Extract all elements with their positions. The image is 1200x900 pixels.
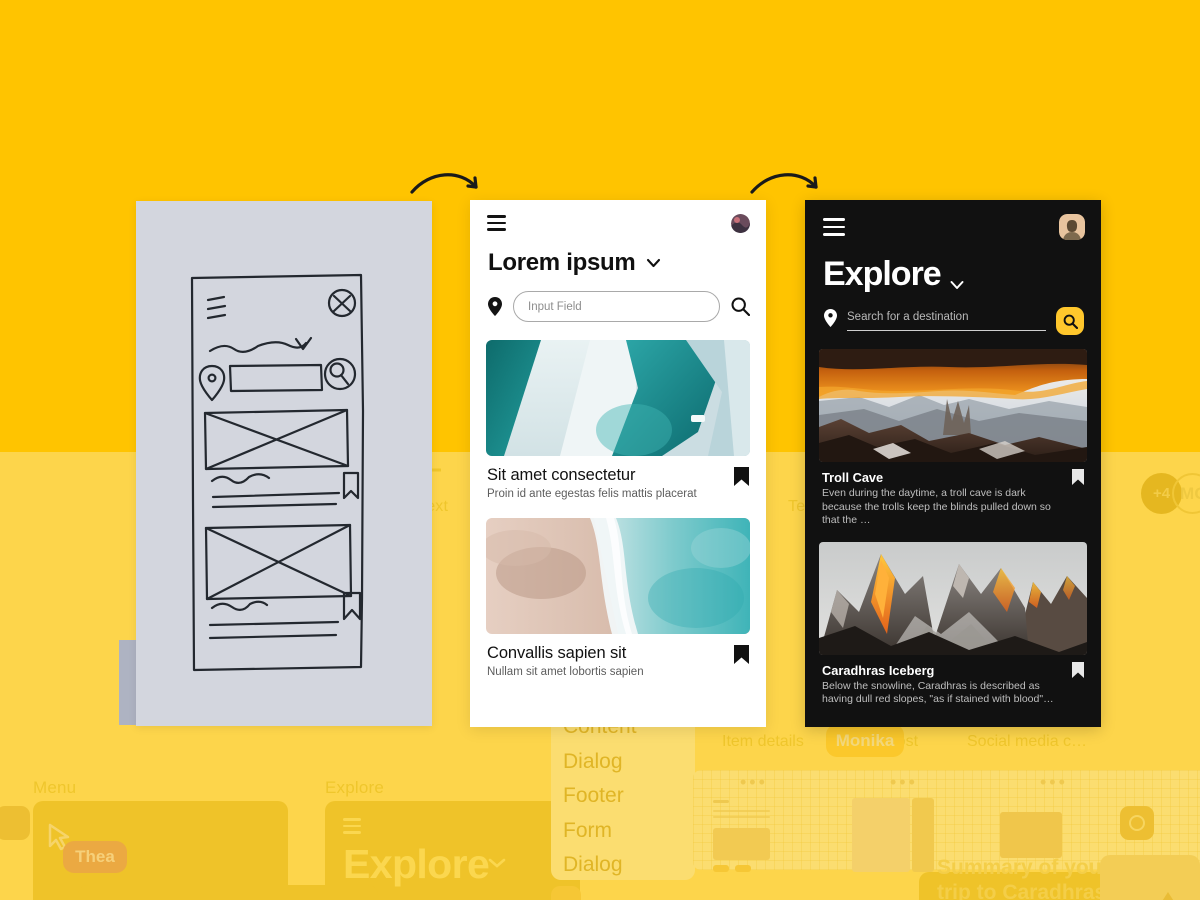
bookmark-icon[interactable]: [1072, 661, 1084, 678]
ghost-mountain-art-2: [222, 890, 302, 900]
user-avatar[interactable]: [731, 213, 750, 233]
ghost-icon-button-left: [0, 806, 30, 840]
card-image-0[interactable]: [486, 340, 750, 456]
arrow-sketch-to-light: [410, 173, 478, 194]
chevron-down-icon[interactable]: [949, 272, 965, 294]
card-text-1: Convallis sapien sit Nullam sit amet lob…: [470, 634, 766, 678]
beach-shoreline-aerial-photo: [486, 518, 750, 634]
card-image-1[interactable]: [486, 518, 750, 634]
card-title: Convallis sapien sit: [487, 644, 627, 662]
arrow-light-to-dark: [750, 173, 818, 194]
search-button[interactable]: [1056, 307, 1084, 335]
canyon-arch-sunrise-photo: [819, 349, 1087, 462]
page-title: Lorem ipsum: [488, 249, 636, 276]
dark-phone-topbar: [805, 200, 1101, 254]
chevron-down-icon[interactable]: [646, 258, 661, 268]
ghost-thumb-grid-2: [912, 798, 934, 872]
ghost-search-button: [551, 886, 581, 900]
dark-phone-mockup: Explore Search for a destination Troll C…: [805, 200, 1101, 727]
light-phone-title-row: Lorem ipsum: [470, 246, 766, 277]
search-input[interactable]: Search for a destination: [847, 311, 1046, 331]
light-phone-search-row: Input Field: [470, 277, 766, 322]
wireframe-sketch-drawing: [190, 273, 365, 672]
ghost-circle-icon: [1129, 815, 1145, 831]
map-pin-icon: [824, 308, 837, 327]
card-image-1[interactable]: [819, 541, 1087, 655]
ghost-nav-item-3: Form: [563, 819, 612, 842]
mountain-peaks-sunrise-photo: [819, 541, 1087, 655]
card-text-0: Sit amet consectetur Proin id ante egest…: [470, 456, 766, 500]
light-phone-mockup: Lorem ipsum Input Field Sit amet consect…: [470, 200, 766, 727]
glacier-aerial-photo: [486, 340, 750, 456]
user-avatar[interactable]: [1059, 214, 1085, 240]
card-subtitle: Nullam sit amet lobortis sapien: [487, 666, 644, 678]
ghost-nav-item-1: Dialog: [563, 750, 623, 773]
ghost-thumb-photo: [713, 828, 770, 860]
card-title: Caradhras Iceberg: [822, 662, 935, 678]
ghost-nav-item-4: Dialog: [563, 853, 623, 876]
search-input[interactable]: Input Field: [513, 291, 720, 322]
ghost-thumb-grid-3: [1000, 812, 1062, 858]
destination-card-1[interactable]: Caradhras Iceberg Below the snowline, Ca…: [819, 541, 1087, 707]
search-icon: [1063, 314, 1078, 329]
ghost-line-c: [713, 816, 770, 818]
destination-card-0[interactable]: Troll Cave Even during the daytime, a tr…: [819, 349, 1087, 528]
bookmark-icon[interactable]: [734, 467, 749, 486]
card-text-0: Troll Cave Even during the daytime, a tr…: [819, 462, 1087, 528]
ghost-btn-b: [735, 865, 751, 872]
ghost-title-explore: Explore: [343, 841, 490, 887]
card-description: Even during the daytime, a troll cave is…: [822, 487, 1051, 526]
ghost-chip-thea: Thea: [63, 841, 127, 873]
bookmark-icon[interactable]: [1072, 469, 1084, 485]
card-title: Troll Cave: [822, 470, 884, 485]
card-text-1: Caradhras Iceberg Below the snowline, Ca…: [819, 655, 1087, 707]
card-title: Sit amet consectetur: [487, 466, 636, 484]
dark-phone-title-row: Explore: [805, 254, 1101, 294]
screenshot-canvas: Text Text +4 MG Menu Thea Explore Explor…: [0, 0, 1200, 900]
ghost-line-a: [713, 800, 729, 803]
ghost-line-b: [713, 810, 770, 812]
bookmark-icon[interactable]: [734, 645, 749, 664]
card-description: Below the snowline, Caradhras is describ…: [822, 679, 1054, 706]
light-phone-topbar: [470, 200, 766, 246]
search-input-placeholder: Search for a destination: [847, 311, 969, 323]
ghost-thumb-grid-1: [852, 798, 910, 872]
ghost-btn-a: [713, 865, 729, 872]
ghost-hamburger-icon: [343, 818, 361, 834]
search-input-placeholder: Input Field: [528, 300, 582, 313]
sketch-paper: [136, 201, 432, 726]
hamburger-icon[interactable]: [823, 218, 845, 236]
ghost-chevron-down-icon: [488, 858, 506, 868]
card-subtitle: Proin id ante egestas felis mattis place…: [487, 488, 697, 500]
ghost-chip-monika: Monika: [826, 724, 904, 757]
ghost-dots-2: •••: [1040, 772, 1068, 792]
ghost-tab-2: Social media c…: [967, 733, 1088, 750]
ghost-label-explore: Explore: [325, 778, 385, 797]
ghost-dots-1: •••: [890, 772, 918, 792]
ghost-dots-0: •••: [740, 772, 768, 792]
hamburger-icon[interactable]: [487, 215, 506, 231]
map-pin-icon: [488, 297, 502, 316]
ghost-nav-item-2: Footer: [563, 784, 624, 807]
ghost-label-menu: Menu: [33, 778, 77, 797]
page-title: Explore: [823, 255, 942, 293]
card-image-0[interactable]: [819, 349, 1087, 462]
ghost-avatar-initials: MG: [1180, 484, 1200, 503]
ghost-mountain-art: [1162, 892, 1174, 900]
search-icon[interactable]: [731, 297, 750, 316]
dark-phone-search-row: Search for a destination: [805, 294, 1101, 335]
ghost-tab-0: Item details: [722, 733, 804, 750]
